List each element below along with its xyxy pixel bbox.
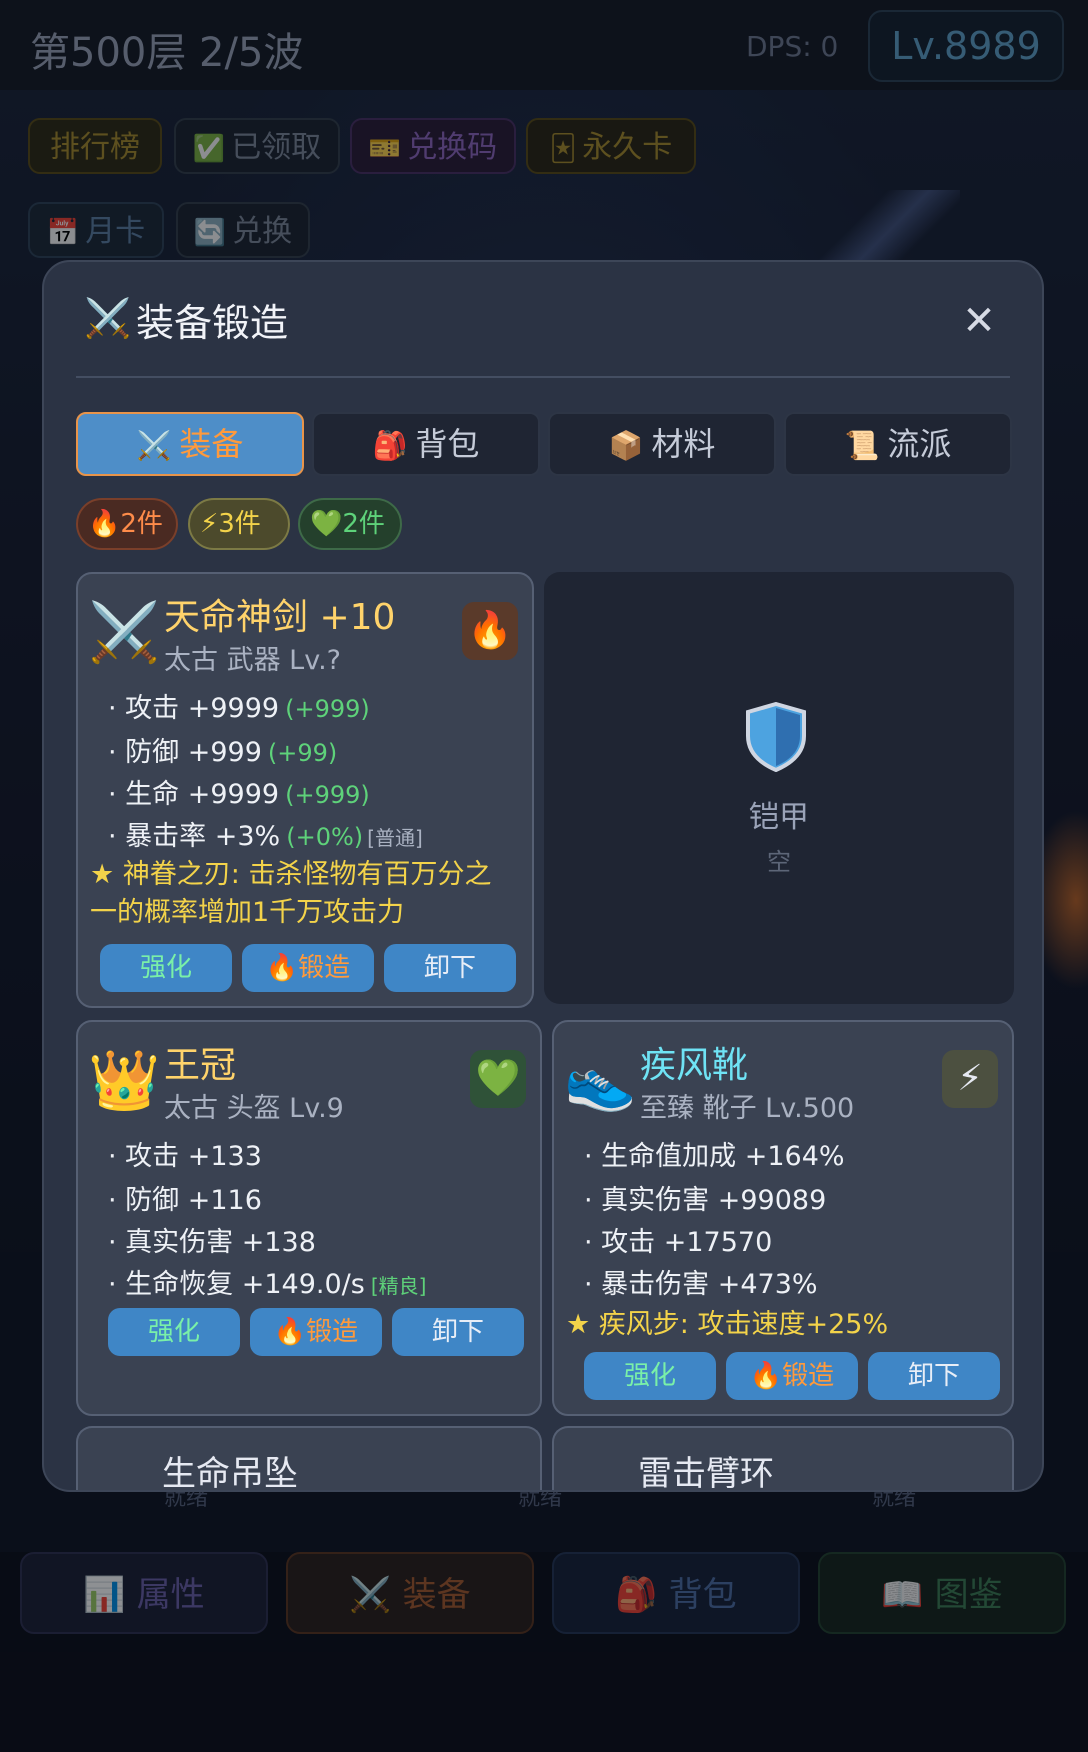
stat-line: · 攻击 +9999 (+999) bbox=[108, 686, 370, 725]
close-icon: ✕ bbox=[962, 298, 996, 344]
stat-line: · 生命 +9999 (+999) bbox=[108, 772, 370, 811]
stat-bonus: (+99) bbox=[267, 739, 338, 767]
stat-line: · 防御 +999 (+99) bbox=[108, 730, 337, 769]
tab-equipment[interactable]: ⚔️ 装备 bbox=[76, 412, 304, 476]
unequip-button[interactable]: 卸下 bbox=[868, 1352, 1000, 1400]
unequip-button[interactable]: 卸下 bbox=[392, 1308, 524, 1356]
tab-bag[interactable]: 🎒 背包 bbox=[312, 412, 540, 476]
stat-line: · 攻击 +17570 bbox=[584, 1227, 773, 1258]
lightning-icon: ⚡ bbox=[942, 1050, 998, 1108]
item-name: 王冠 bbox=[164, 1045, 237, 1086]
equipment-forge-modal: ⚔️ 装备锻造 ✕ ⚔️ 装备 🎒 背包 📦 材料 📜 流派 🔥2件 ⚡3件 💚2件 ⚔… bbox=[42, 260, 1044, 1492]
stat-label: · 暴击率 +3% bbox=[108, 821, 281, 852]
sneaker-icon: 👟 bbox=[564, 1046, 637, 1114]
item-name: 生命吊坠 bbox=[162, 1454, 298, 1492]
equipment-card-boots: 👟 疾风靴 至臻 靴子 Lv.500 ⚡ · 生命值加成 +164% · 真实伤… bbox=[552, 1020, 1014, 1416]
crossed-swords-icon: ⚔️ bbox=[136, 429, 172, 462]
quality-tag: [精良] bbox=[370, 1274, 427, 1298]
set-badge-heart: 💚2件 bbox=[298, 498, 402, 550]
quality-tag: [普通] bbox=[367, 826, 423, 850]
fire-icon: 🔥 bbox=[273, 1317, 307, 1347]
crossed-swords-icon: ⚔️ bbox=[84, 296, 132, 340]
scroll-icon: 📜 bbox=[844, 429, 880, 462]
stat-line: · 生命恢复 +149.0/s [精良] bbox=[108, 1262, 426, 1301]
crossed-swords-icon: ⚔️ bbox=[88, 598, 161, 666]
stat-line: · 暴击伤害 +473% bbox=[584, 1269, 818, 1300]
unequip-button[interactable]: 卸下 bbox=[384, 944, 516, 992]
stat-label: · 攻击 +9999 bbox=[108, 693, 280, 724]
tab-schools-label: 流派 bbox=[887, 425, 952, 463]
heart-icon: 💚 bbox=[310, 509, 343, 539]
stat-bonus: (+999) bbox=[285, 695, 370, 723]
item-name: 疾风靴 bbox=[640, 1045, 749, 1086]
item-name: 天命神剑 +10 bbox=[164, 597, 396, 638]
stat-line: · 真实伤害 +138 bbox=[108, 1227, 316, 1258]
fire-icon: 🔥 bbox=[462, 602, 518, 660]
forge-button[interactable]: 🔥锻造 bbox=[242, 944, 374, 992]
empty-slot-armor[interactable]: 铠甲 空 bbox=[544, 572, 1014, 1004]
equipment-card-bracer: 雷击臂环 bbox=[552, 1426, 1014, 1492]
box-icon: 📦 bbox=[608, 429, 644, 462]
header-divider bbox=[76, 376, 1010, 378]
stat-line: · 真实伤害 +99089 bbox=[584, 1185, 827, 1216]
enhance-button[interactable]: 强化 bbox=[100, 944, 232, 992]
tab-materials[interactable]: 📦 材料 bbox=[548, 412, 776, 476]
item-name: 雷击臂环 bbox=[638, 1454, 774, 1492]
stat-line: · 暴击率 +3% (+0%) [普通] bbox=[108, 814, 423, 853]
equipment-card-helmet: 👑 王冠 太古 头盔 Lv.9 💚 · 攻击 +133 · 防御 +116 · … bbox=[76, 1020, 542, 1416]
tab-materials-label: 材料 bbox=[651, 425, 716, 463]
set-badge-lightning: ⚡3件 bbox=[188, 498, 290, 550]
equipment-card-necklace: 生命吊坠 bbox=[76, 1426, 542, 1492]
equipment-card-weapon: ⚔️ 天命神剑 +10 太古 武器 Lv.? 🔥 · 攻击 +9999 (+999… bbox=[76, 572, 534, 1008]
item-subtitle: 太古 头盔 Lv.9 bbox=[164, 1093, 344, 1124]
stat-label: · 防御 +999 bbox=[108, 737, 262, 768]
close-button[interactable]: ✕ bbox=[954, 296, 1004, 346]
forge-button[interactable]: 🔥锻造 bbox=[726, 1352, 858, 1400]
item-subtitle: 太古 武器 Lv.? bbox=[164, 645, 342, 676]
slot-state: 空 bbox=[767, 848, 791, 876]
shield-icon bbox=[746, 702, 806, 772]
set-badge-lightning-count: 3件 bbox=[218, 509, 261, 539]
stat-label: · 生命恢复 +149.0/s bbox=[108, 1269, 365, 1300]
modal-title: 装备锻造 bbox=[136, 301, 289, 345]
stat-bonus: (+999) bbox=[285, 781, 370, 809]
tab-bag-label: 背包 bbox=[415, 425, 480, 463]
crown-icon: 👑 bbox=[88, 1046, 161, 1114]
fire-icon: 🔥 bbox=[88, 509, 121, 539]
slot-label: 铠甲 bbox=[749, 800, 809, 835]
stat-label: · 生命 +9999 bbox=[108, 779, 280, 810]
heart-icon: 💚 bbox=[470, 1050, 526, 1108]
lightning-icon: ⚡ bbox=[200, 509, 219, 539]
stat-line: · 生命值加成 +164% bbox=[584, 1141, 845, 1172]
fire-icon: 🔥 bbox=[265, 953, 299, 983]
stat-line: · 防御 +116 bbox=[108, 1185, 262, 1216]
forge-button[interactable]: 🔥锻造 bbox=[250, 1308, 382, 1356]
set-badge-fire-count: 2件 bbox=[120, 509, 163, 539]
tab-schools[interactable]: 📜 流派 bbox=[784, 412, 1012, 476]
special-effect: ★ 疾风步: 攻击速度+25% bbox=[566, 1309, 889, 1340]
enhance-button[interactable]: 强化 bbox=[108, 1308, 240, 1356]
stat-line: · 攻击 +133 bbox=[108, 1141, 262, 1172]
enhance-button[interactable]: 强化 bbox=[584, 1352, 716, 1400]
backpack-icon: 🎒 bbox=[372, 429, 408, 462]
tab-equipment-label: 装备 bbox=[179, 425, 244, 463]
fire-icon: 🔥 bbox=[749, 1361, 783, 1391]
set-badge-heart-count: 2件 bbox=[342, 509, 385, 539]
stat-bonus: (+0%) bbox=[286, 823, 364, 851]
set-badge-fire: 🔥2件 bbox=[76, 498, 178, 550]
forge-label: 锻造 bbox=[306, 1317, 359, 1347]
item-subtitle: 至臻 靴子 Lv.500 bbox=[640, 1093, 855, 1124]
forge-label: 锻造 bbox=[782, 1361, 835, 1391]
special-effect: ★ 神眷之刃: 击杀怪物有百万分之一的概率增加1千万攻击力 bbox=[90, 859, 492, 928]
forge-label: 锻造 bbox=[298, 953, 351, 983]
